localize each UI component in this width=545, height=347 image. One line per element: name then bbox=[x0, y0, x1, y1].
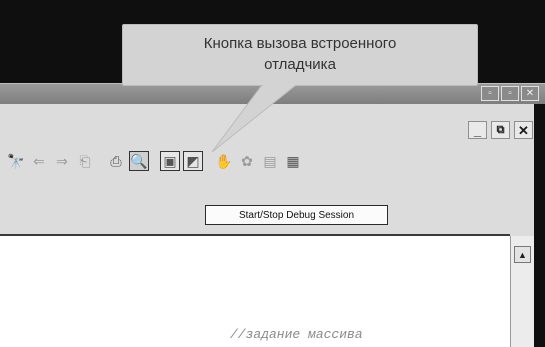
binoculars-icon[interactable]: 🔭 bbox=[6, 151, 26, 171]
bookmark-icon[interactable]: ⎗ bbox=[75, 151, 95, 171]
title-close-button[interactable]: ✕ bbox=[521, 86, 539, 101]
print-icon[interactable]: ⎙ bbox=[106, 151, 126, 171]
scroll-up-button[interactable]: ▲ bbox=[514, 246, 531, 263]
window-title-bar: ▫ ▫ ✕ bbox=[0, 83, 545, 104]
title-bar-buttons: ▫ ▫ ✕ bbox=[481, 86, 539, 101]
close-button[interactable]: ✕ bbox=[514, 121, 533, 139]
right-edge bbox=[534, 104, 545, 347]
settings-icon[interactable]: ▦ bbox=[283, 151, 303, 171]
window-select-icon[interactable]: ◩ bbox=[183, 151, 203, 171]
back-arrow-icon[interactable]: ⇐ bbox=[29, 151, 49, 171]
hand-icon[interactable]: ✋ bbox=[214, 151, 234, 171]
debug-tooltip: Start/Stop Debug Session bbox=[205, 205, 388, 225]
debug-icon[interactable]: 🔍 bbox=[129, 151, 149, 171]
toolbar: 🔭 ⇐ ⇒ ⎗ ⎙ 🔍 ▣ ◩ ✋ ✿ ▤ ▦ bbox=[6, 150, 306, 172]
vertical-scrollbar[interactable]: ▲ bbox=[510, 236, 534, 347]
callout-text: Кнопка вызова встроенного отладчика bbox=[123, 33, 477, 75]
title-minimize-button[interactable]: ▫ bbox=[481, 86, 499, 101]
mdi-window-buttons: _ ⧉ ✕ bbox=[468, 121, 533, 139]
callout-line-2: отладчика bbox=[264, 56, 336, 73]
minimize-button[interactable]: _ bbox=[468, 121, 487, 139]
callout-box: Кнопка вызова встроенного отладчика bbox=[122, 24, 478, 86]
window-icon[interactable]: ▣ bbox=[160, 151, 180, 171]
title-maximize-button[interactable]: ▫ bbox=[501, 86, 519, 101]
forward-arrow-icon[interactable]: ⇒ bbox=[52, 151, 72, 171]
disabled-icon[interactable]: ▤ bbox=[260, 151, 280, 171]
restore-button[interactable]: ⧉ bbox=[491, 121, 510, 139]
breakpoint-icon[interactable]: ✿ bbox=[237, 151, 257, 171]
code-comment: //задание массива bbox=[230, 327, 363, 342]
callout-line-1: Кнопка вызова встроенного bbox=[203, 35, 397, 52]
